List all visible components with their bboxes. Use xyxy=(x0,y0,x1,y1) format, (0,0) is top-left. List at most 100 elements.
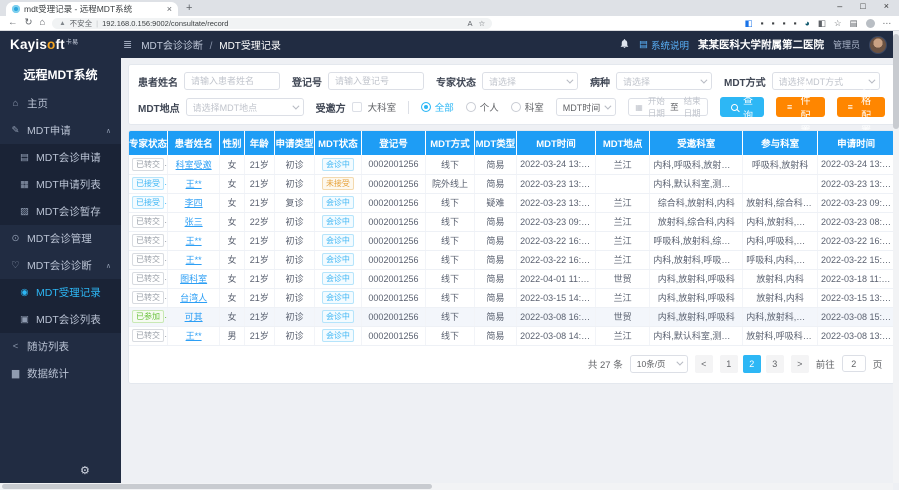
mdt-status-badge: 会诊中 xyxy=(322,234,354,247)
sidebar-item-mdt-apply-draft[interactable]: ▧MDT会诊暂存 xyxy=(0,198,121,225)
favorite-star-icon[interactable]: ☆ xyxy=(478,19,485,28)
system-help-link[interactable]: ▤系统说明 xyxy=(639,38,689,52)
mdt-status-badge: 会诊中 xyxy=(322,158,354,171)
window-controls: – □ × xyxy=(837,1,889,11)
horizontal-scrollbar-thumb[interactable] xyxy=(2,484,432,489)
browser-tab-strip: mdt受理记录 - 远程MDT系统 × + – □ × xyxy=(0,0,899,16)
patient-name-link[interactable]: 王** xyxy=(186,179,202,189)
sidebar-item-mdt-apply-list[interactable]: ▦MDT申请列表 xyxy=(0,171,121,198)
big-dept-checkbox[interactable] xyxy=(352,102,362,112)
chevron-down-icon xyxy=(700,76,707,83)
page-button-1[interactable]: 1 xyxy=(720,355,738,373)
refresh-icon[interactable]: ↻ xyxy=(25,18,33,28)
patient-name-input[interactable] xyxy=(184,72,280,90)
sidebar-item-mdt-apply-form[interactable]: ▤MDT会诊申请 xyxy=(0,144,121,171)
essentials-icon[interactable]: ◧ xyxy=(745,19,753,28)
sidebar-item-mdt-manage[interactable]: ⊙MDT会诊管理 xyxy=(0,225,121,252)
radio-all[interactable]: 全部 xyxy=(421,100,454,114)
home-icon[interactable]: ⌂ xyxy=(39,18,45,28)
table-config-button[interactable]: ≡表格配置 xyxy=(837,97,886,117)
search-button[interactable]: 查询 xyxy=(720,97,764,117)
next-page-button[interactable]: > xyxy=(791,355,809,373)
vertical-scrollbar-thumb[interactable] xyxy=(893,34,899,129)
radio-dept[interactable]: 科室 xyxy=(511,100,544,114)
sidebar-item-mdt-diagnosis[interactable]: ♡MDT会诊诊断∧ xyxy=(0,252,121,279)
table-row: 已转交王**女21岁初诊会诊中0002001256线下简易2022-03-22 … xyxy=(129,250,894,269)
mdt-place-select[interactable]: 请选择MDT地点 xyxy=(186,98,304,116)
table-row: 已转交台湾人女21岁初诊会诊中0002001256线下简易2022-03-15 … xyxy=(129,288,894,307)
address-bar[interactable]: ▲ 不安全 | 192.168.0.156:9002/consultate/re… xyxy=(52,18,492,29)
extension-icon[interactable]: ▪ xyxy=(783,19,786,28)
favorites-icon[interactable]: ☆ xyxy=(834,19,842,28)
patient-name-link[interactable]: 图科室 xyxy=(180,274,207,284)
mdt-status-badge: 会诊中 xyxy=(322,196,354,209)
back-arrow-icon[interactable]: ← xyxy=(8,18,18,28)
column-header: MDT地点 xyxy=(595,131,650,155)
patient-name-link[interactable]: 张三 xyxy=(185,217,203,227)
collapse-menu-icon[interactable]: ≣ xyxy=(123,38,132,51)
browser-navbar: ← ↻ ⌂ ▲ 不安全 | 192.168.0.156:9002/consult… xyxy=(0,16,899,31)
app-logo: Kayisoft卡易 xyxy=(0,37,121,52)
filter-panel: 患者姓名 登记号 专家状态 请选择 病种 请选择 xyxy=(128,64,895,125)
sidebar: 远程MDT系统 ⌂主页✎MDT申请∧▤MDT会诊申请▦MDT申请列表▧MDT会诊… xyxy=(0,58,121,490)
column-header: 年龄 xyxy=(244,131,274,155)
expert-status-badge: 已转交 xyxy=(132,158,164,171)
share-icon: < xyxy=(10,341,21,352)
condition-config-button[interactable]: ≡条件配置 xyxy=(776,97,825,117)
warning-icon: ▲ xyxy=(59,20,65,27)
collections-icon[interactable]: ▤ xyxy=(849,19,857,28)
gear-icon[interactable]: ⚙ xyxy=(80,464,90,477)
expert-status-select[interactable]: 请选择 xyxy=(482,72,578,90)
time-field-select[interactable]: MDT时间 xyxy=(556,98,617,116)
sidebar-item-followup[interactable]: <随访列表 xyxy=(0,333,121,360)
register-no-input[interactable] xyxy=(328,72,424,90)
breadcrumb-parent[interactable]: MDT会诊诊断 xyxy=(141,41,203,52)
patient-name-link[interactable]: 王** xyxy=(186,236,202,246)
extension-icon[interactable]: ▪ xyxy=(794,19,797,28)
date-range-picker[interactable]: ▦ 开始日期 至 结束日期 xyxy=(628,98,708,116)
page-button-2[interactable]: 2 xyxy=(743,355,761,373)
profile-icon[interactable] xyxy=(866,19,875,28)
copilot-icon[interactable]: ◕ xyxy=(805,19,810,28)
patient-name-link[interactable]: 科室受邀 xyxy=(176,160,212,170)
radio-personal[interactable]: 个人 xyxy=(466,100,499,114)
mdt-status-badge: 未接受 xyxy=(322,177,354,190)
patient-name-link[interactable]: 台湾人 xyxy=(180,293,207,303)
patient-name-link[interactable]: 李四 xyxy=(185,198,203,208)
config-icon: ≡ xyxy=(848,102,853,112)
medal-icon: ♡ xyxy=(10,260,21,271)
read-aloud-icon[interactable]: A xyxy=(467,19,472,28)
browser-tab[interactable]: mdt受理记录 - 远程MDT系统 × xyxy=(6,2,178,16)
expert-status-badge: 已接受 xyxy=(132,177,164,190)
window-minimize-button[interactable]: – xyxy=(837,1,842,11)
sidebar-item-mdt-record[interactable]: ◉MDT受理记录 xyxy=(0,279,121,306)
extension-icon[interactable]: ▪ xyxy=(761,19,764,28)
patient-name-link[interactable]: 王** xyxy=(186,331,202,341)
window-restore-button[interactable]: □ xyxy=(860,1,865,11)
new-tab-button[interactable]: + xyxy=(186,2,192,14)
sidebar-item-mdt-list[interactable]: ▣MDT会诊列表 xyxy=(0,306,121,333)
page-size-select[interactable]: 10条/页 xyxy=(630,355,688,373)
breadcrumb-current: MDT受理记录 xyxy=(219,41,281,52)
sidebar-item-mdt-apply[interactable]: ✎MDT申请∧ xyxy=(0,117,121,144)
patient-name-link[interactable]: 王** xyxy=(186,255,202,265)
mdt-status-badge: 会诊中 xyxy=(322,253,354,266)
horizontal-scrollbar[interactable] xyxy=(0,483,893,490)
bell-icon[interactable] xyxy=(619,36,630,54)
user-avatar[interactable] xyxy=(869,36,887,54)
extension-icon[interactable]: ▪ xyxy=(772,19,775,28)
split-screen-icon[interactable]: ◧ xyxy=(818,19,826,28)
window-close-button[interactable]: × xyxy=(884,1,889,11)
more-icon[interactable]: ⋯ xyxy=(883,19,892,28)
vertical-scrollbar[interactable] xyxy=(893,31,899,483)
tab-close-icon[interactable]: × xyxy=(167,4,172,14)
prev-page-button[interactable]: < xyxy=(695,355,713,373)
goto-page-input[interactable] xyxy=(842,355,866,372)
disease-select[interactable]: 请选择 xyxy=(616,72,712,90)
sidebar-item-home[interactable]: ⌂主页 xyxy=(0,90,121,117)
expert-status-badge: 已转交 xyxy=(132,234,164,247)
patient-name-link[interactable]: 可其 xyxy=(185,312,203,322)
column-header: 受邀科室 xyxy=(650,131,743,155)
page-button-3[interactable]: 3 xyxy=(766,355,784,373)
sidebar-item-stats[interactable]: ▆数据统计 xyxy=(0,360,121,387)
